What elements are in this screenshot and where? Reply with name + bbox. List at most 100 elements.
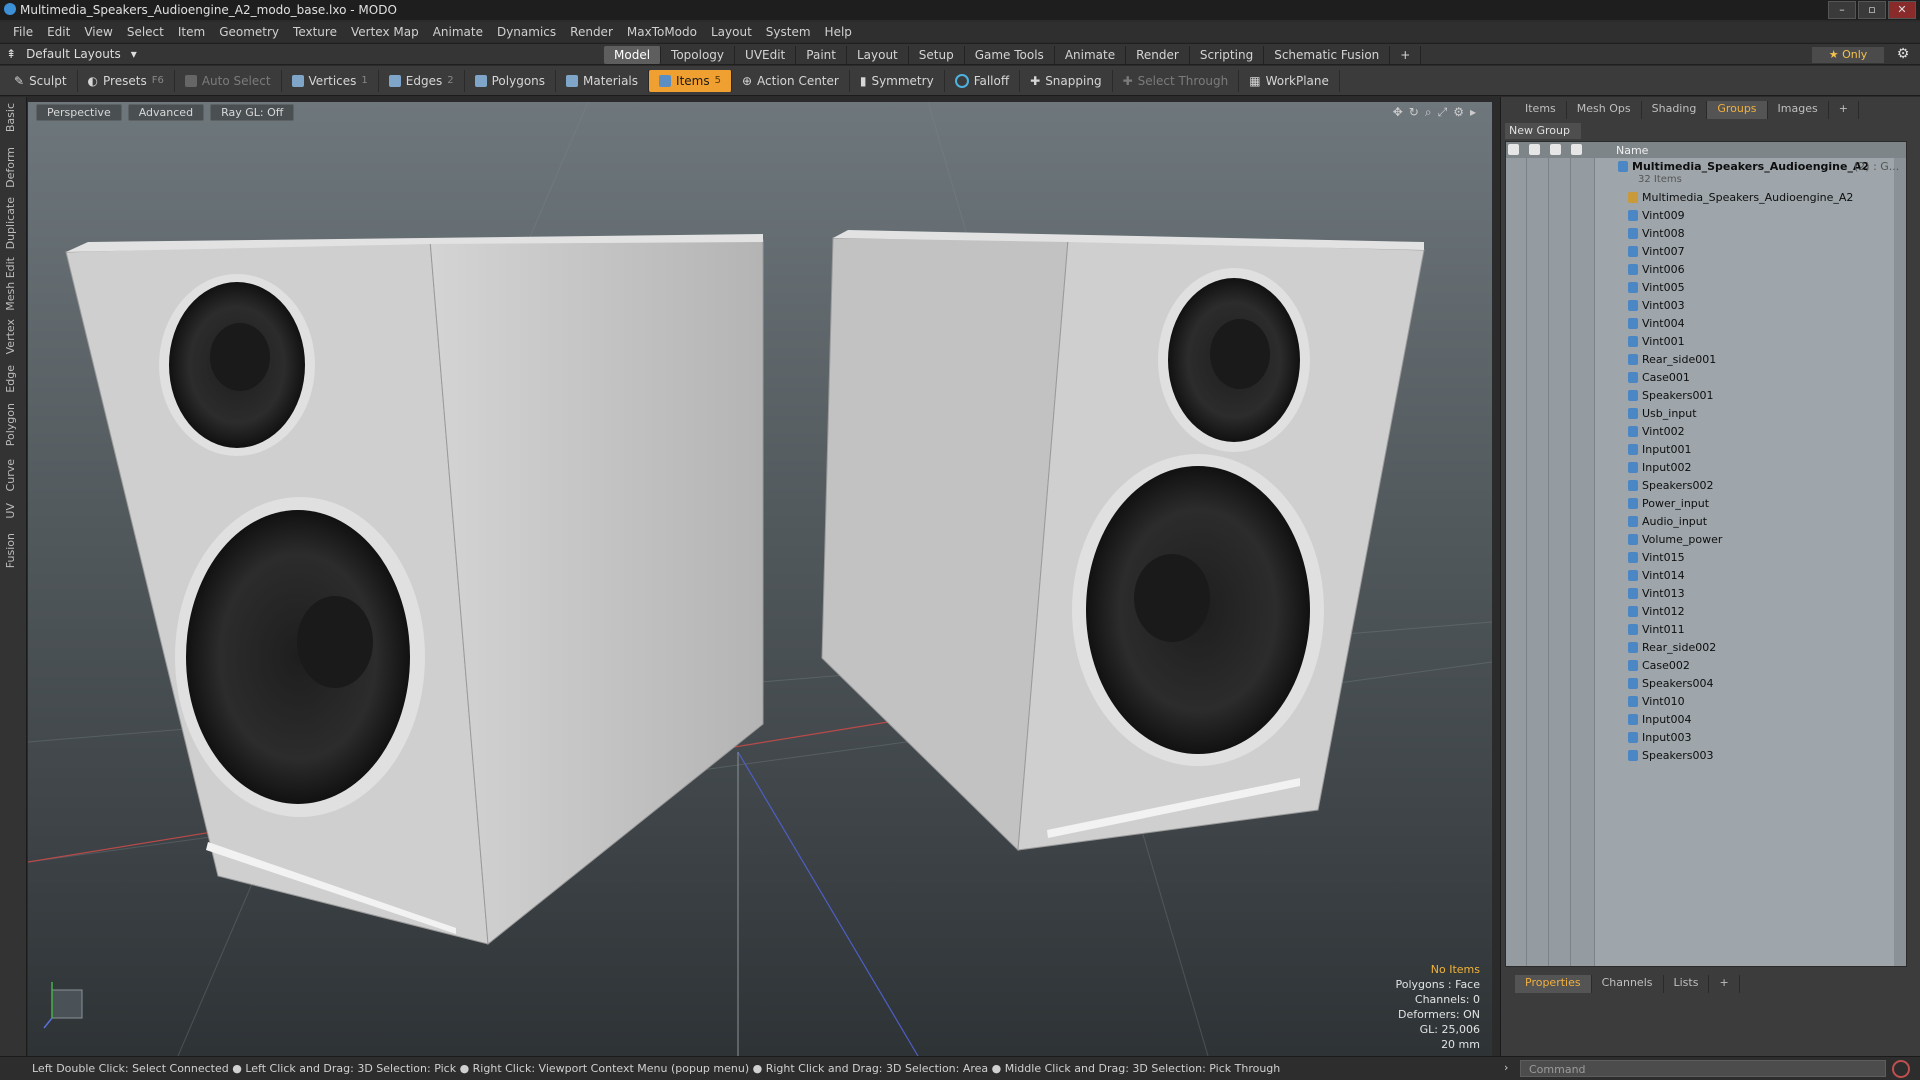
group-item-row[interactable]: Vint008	[1506, 225, 1906, 243]
command-clear-icon[interactable]	[1892, 1060, 1910, 1078]
command-input[interactable]: Command	[1520, 1060, 1886, 1077]
group-item-row[interactable]: Case002	[1506, 657, 1906, 675]
groups-tree[interactable]: Name Multimedia_Speakers_Audioengine_A2 …	[1505, 141, 1907, 967]
group-item-row[interactable]: Volume_power	[1506, 531, 1906, 549]
menu-vertex-map[interactable]: Vertex Map	[344, 25, 426, 39]
tab-shading[interactable]: Shading	[1642, 101, 1708, 119]
group-item-row[interactable]: Vint007	[1506, 243, 1906, 261]
add-properties-tab-button[interactable]: +	[1709, 975, 1740, 993]
items-button[interactable]: Items 5	[649, 69, 732, 92]
group-item-row[interactable]: Vint012	[1506, 603, 1906, 621]
tab-topology[interactable]: Topology	[661, 46, 736, 64]
menu-edit[interactable]: Edit	[40, 25, 77, 39]
tool-tab-deform[interactable]: Deform	[4, 147, 17, 188]
select-through-button[interactable]: ✚ Select Through	[1113, 69, 1240, 92]
tab-images[interactable]: Images	[1768, 101, 1829, 119]
new-group-button[interactable]: New Group	[1505, 123, 1581, 139]
snapping-button[interactable]: ✚ Snapping	[1020, 69, 1113, 92]
menu-view[interactable]: View	[77, 25, 119, 39]
group-item-row[interactable]: Input004	[1506, 711, 1906, 729]
add-panel-tab-button[interactable]: +	[1829, 101, 1859, 119]
viewport-gear-icon[interactable]: ⚙	[1453, 105, 1464, 120]
fit-view-icon[interactable]: ⤢	[1438, 105, 1448, 120]
group-item-row[interactable]: Vint015	[1506, 549, 1906, 567]
group-item-row[interactable]: Vint003	[1506, 297, 1906, 315]
expand-icon[interactable]: ⇞	[6, 47, 16, 61]
tool-tab-uv[interactable]: UV	[4, 503, 17, 519]
symmetry-button[interactable]: ▮ Symmetry	[850, 69, 945, 92]
tool-tab-duplicate[interactable]: Duplicate	[4, 197, 17, 249]
group-item-row[interactable]: Vint011	[1506, 621, 1906, 639]
menu-file[interactable]: File	[6, 25, 40, 39]
menu-render[interactable]: Render	[563, 25, 620, 39]
tab-channels[interactable]: Channels	[1592, 975, 1664, 993]
select-column-icon[interactable]	[1571, 144, 1582, 155]
tool-tab-mesh-edit[interactable]: Mesh Edit	[4, 257, 17, 311]
tab-mesh-ops[interactable]: Mesh Ops	[1567, 101, 1642, 119]
group-item-row[interactable]: Multimedia_Speakers_Audioengine_A2	[1506, 189, 1906, 207]
tab-lists[interactable]: Lists	[1664, 975, 1710, 993]
group-item-row[interactable]: Vint002	[1506, 423, 1906, 441]
tab-groups[interactable]: Groups	[1707, 101, 1768, 119]
tab-properties[interactable]: Properties	[1515, 975, 1592, 993]
menu-maxtomodo[interactable]: MaxToModo	[620, 25, 704, 39]
materials-button[interactable]: Materials	[556, 69, 650, 92]
group-row-root[interactable]: Multimedia_Speakers_Audioengine_A2 (2) :…	[1506, 158, 1906, 174]
menu-help[interactable]: Help	[818, 25, 859, 39]
group-item-row[interactable]: Vint009	[1506, 207, 1906, 225]
group-item-row[interactable]: Speakers001	[1506, 387, 1906, 405]
auto-select-button[interactable]: Auto Select	[175, 69, 282, 92]
layout-dropdown[interactable]: Default Layouts	[26, 47, 121, 61]
group-item-row[interactable]: Rear_side002	[1506, 639, 1906, 657]
gear-icon[interactable]: ⚙	[1894, 46, 1912, 64]
perspective-button[interactable]: Perspective	[36, 103, 122, 121]
close-button[interactable]: ✕	[1888, 1, 1916, 19]
viewport-scene[interactable]	[28, 102, 1492, 1056]
tab-schematic-fusion[interactable]: Schematic Fusion	[1264, 46, 1391, 64]
group-item-row[interactable]: Vint013	[1506, 585, 1906, 603]
group-item-row[interactable]: Speakers004	[1506, 675, 1906, 693]
polygons-button[interactable]: Polygons	[465, 69, 557, 92]
minimize-button[interactable]: –	[1828, 1, 1856, 19]
tool-tab-edge[interactable]: Edge	[4, 365, 17, 393]
add-tab-button[interactable]: +	[1390, 46, 1422, 64]
group-item-row[interactable]: Vint010	[1506, 693, 1906, 711]
vertices-button[interactable]: Vertices 1	[282, 69, 379, 92]
tab-render[interactable]: Render	[1126, 46, 1190, 64]
tool-tab-polygon[interactable]: Polygon	[4, 403, 17, 446]
render-column-icon[interactable]	[1529, 144, 1540, 155]
menu-dynamics[interactable]: Dynamics	[490, 25, 563, 39]
tool-tab-vertex[interactable]: Vertex	[4, 319, 17, 354]
group-item-row[interactable]: Vint001	[1506, 333, 1906, 351]
group-item-row[interactable]: Input002	[1506, 459, 1906, 477]
3d-viewport[interactable]: Perspective Advanced Ray GL: Off ✥ ↻ ⌕ ⤢…	[28, 102, 1492, 1056]
tab-items[interactable]: Items	[1515, 101, 1567, 119]
menu-animate[interactable]: Animate	[426, 25, 490, 39]
tab-layout[interactable]: Layout	[847, 46, 909, 64]
menu-texture[interactable]: Texture	[286, 25, 344, 39]
tab-scripting[interactable]: Scripting	[1190, 46, 1265, 64]
edges-button[interactable]: Edges 2	[379, 69, 465, 92]
menu-geometry[interactable]: Geometry	[212, 25, 286, 39]
tab-setup[interactable]: Setup	[909, 46, 965, 64]
group-item-row[interactable]: Audio_input	[1506, 513, 1906, 531]
zoom-view-icon[interactable]: ⌕	[1425, 105, 1432, 120]
group-item-row[interactable]: Speakers003	[1506, 747, 1906, 765]
tool-tab-curve[interactable]: Curve	[4, 459, 17, 491]
menu-select[interactable]: Select	[120, 25, 171, 39]
action-center-button[interactable]: ⊕ Action Center	[732, 69, 850, 92]
group-item-row[interactable]: Rear_side001	[1506, 351, 1906, 369]
command-arrow-icon[interactable]: ›	[1504, 1061, 1508, 1074]
group-item-row[interactable]: Vint014	[1506, 567, 1906, 585]
move-view-icon[interactable]: ✥	[1393, 105, 1403, 120]
menu-layout[interactable]: Layout	[704, 25, 759, 39]
group-item-row[interactable]: Speakers002	[1506, 477, 1906, 495]
menu-item[interactable]: Item	[171, 25, 212, 39]
menu-system[interactable]: System	[759, 25, 818, 39]
visibility-column-icon[interactable]	[1508, 144, 1519, 155]
tab-animate[interactable]: Animate	[1055, 46, 1127, 64]
lock-column-icon[interactable]	[1550, 144, 1561, 155]
tool-tab-fusion[interactable]: Fusion	[4, 533, 17, 568]
falloff-button[interactable]: Falloff	[945, 69, 1021, 92]
tab-paint[interactable]: Paint	[796, 46, 847, 64]
